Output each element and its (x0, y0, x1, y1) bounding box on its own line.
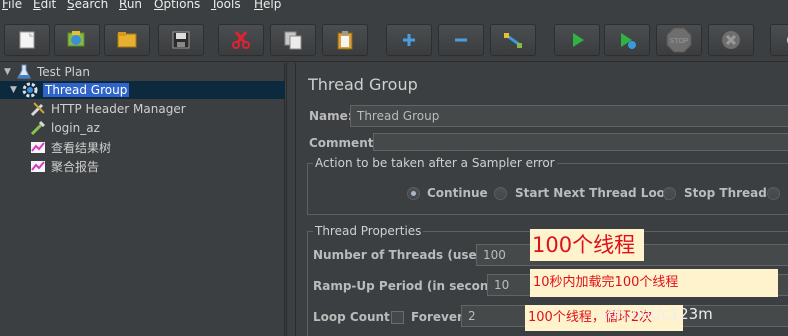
start-no-pauses-button[interactable] (604, 24, 650, 56)
start-button[interactable] (554, 24, 600, 56)
stop-test-radio[interactable] (767, 187, 780, 200)
menu-edit[interactable]: Edit (33, 0, 56, 11)
settings-button[interactable] (770, 24, 788, 56)
templates-button[interactable] (54, 24, 100, 56)
shutdown-button[interactable] (708, 24, 754, 56)
test-plan-tree: ▼ Test Plan ▼ Thread Group HTTP Header M… (0, 63, 285, 336)
stop-thread-label: Stop Thread (684, 186, 767, 200)
flask-icon (16, 64, 32, 80)
tree-item-label: Test Plan (37, 65, 90, 79)
tree-item-login-az[interactable]: login_az (30, 119, 100, 137)
gear-icon (22, 82, 38, 98)
collapse-all-button[interactable] (438, 24, 484, 56)
expand-arrow-icon[interactable]: ▼ (4, 67, 11, 77)
stop-thread-radio[interactable] (663, 187, 676, 200)
menu-bar: File Edit Search Run Options Tools Help (0, 0, 788, 13)
settings-icon (787, 36, 788, 44)
save-button[interactable] (158, 24, 204, 56)
paste-button[interactable] (322, 24, 368, 56)
menu-help[interactable]: Help (254, 0, 281, 11)
name-field[interactable]: Thread Group (350, 105, 788, 127)
forever-label: Forever (411, 310, 463, 324)
start-no-pauses-icon (621, 33, 636, 49)
menu-search[interactable]: Search (67, 0, 108, 11)
expand-all-button[interactable] (386, 24, 432, 56)
menu-file[interactable]: File (2, 0, 22, 11)
menu-run[interactable]: Run (119, 0, 142, 11)
save-icon (172, 31, 190, 49)
paste-icon (337, 31, 353, 50)
open-icon (117, 32, 137, 48)
pipette-icon (30, 120, 46, 136)
forever-checkbox[interactable] (391, 311, 404, 324)
new-button[interactable] (4, 24, 50, 56)
watermark: sdn.net/c123m (600, 305, 713, 323)
chart-icon (30, 139, 46, 155)
tree-item-thread-group[interactable]: ▼ Thread Group (0, 81, 285, 99)
chart-icon (30, 158, 46, 174)
page-title: Thread Group (308, 75, 418, 94)
toolbar: STOP (0, 13, 788, 62)
cut-icon (232, 31, 250, 49)
tree-item-results-tree[interactable]: 查看结果树 (30, 138, 111, 156)
tree-item-test-plan[interactable]: Test Plan (16, 63, 90, 81)
open-button[interactable] (104, 24, 150, 56)
expand-arrow-icon[interactable]: ▼ (10, 85, 17, 95)
stop-button[interactable]: STOP (656, 24, 702, 56)
stop-icon-text: STOP (670, 38, 689, 45)
tree-item-label: 查看结果树 (51, 140, 112, 155)
name-label: Name: (309, 109, 353, 123)
tree-item-label: 聚合报告 (51, 159, 100, 174)
toggle-icon (504, 33, 522, 48)
wrench-icon (30, 101, 46, 117)
expand-icon (403, 34, 415, 46)
rampup-annotation: 10秒内加载完100个线程 (530, 269, 778, 297)
tree-item-label: Thread Group (43, 83, 130, 97)
new-icon (19, 31, 35, 49)
threads-annotation: 100个线程 (530, 229, 644, 261)
copy-button[interactable] (270, 24, 316, 56)
toggle-button[interactable] (490, 24, 536, 56)
tree-item-label: HTTP Header Manager (51, 102, 186, 116)
menu-options[interactable]: Options (154, 0, 200, 11)
threads-label: Number of Threads (users): (313, 248, 501, 262)
loop-count-label: Loop Count: (313, 310, 395, 324)
tree-item-label: login_az (51, 121, 100, 135)
continue-label: Continue (427, 186, 488, 200)
tree-item-aggregate-report[interactable]: 聚合报告 (30, 157, 99, 175)
cut-button[interactable] (218, 24, 264, 56)
comments-field[interactable] (373, 133, 788, 151)
tree-item-http-header-manager[interactable]: HTTP Header Manager (30, 100, 186, 118)
pane-splitter[interactable] (286, 63, 296, 336)
thread-properties-legend: Thread Properties (313, 224, 424, 238)
collapse-icon (455, 38, 467, 42)
templates-icon (67, 31, 85, 47)
start-icon (573, 33, 584, 47)
continue-radio[interactable] (407, 187, 420, 200)
start-next-loop-radio[interactable] (494, 187, 507, 200)
rampup-label: Ramp-Up Period (in seconds): (313, 279, 515, 293)
sampler-error-legend: Action to be taken after a Sampler error (313, 156, 557, 170)
copy-icon (284, 31, 302, 50)
start-next-loop-label: Start Next Thread Loop (515, 186, 674, 200)
shutdown-icon (722, 31, 740, 49)
stop-icon: STOP (666, 27, 692, 53)
menu-tools[interactable]: Tools (211, 0, 241, 11)
